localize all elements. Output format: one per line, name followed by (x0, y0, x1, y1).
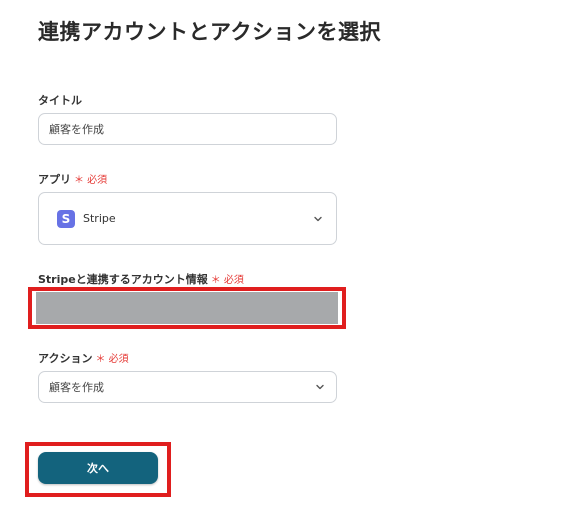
required-marker: ＊ 必須 (210, 275, 244, 286)
app-select-value: Stripe (83, 212, 116, 225)
highlight-box-account (28, 287, 346, 329)
required-marker: ＊ 必須 (95, 354, 129, 365)
chevron-down-icon (314, 381, 326, 393)
stripe-logo-icon: S (57, 209, 75, 228)
title-input-value: 顧客を作成 (49, 123, 104, 136)
app-select[interactable]: S Stripe (38, 192, 337, 245)
account-field-label-text: Stripeと連携するアカウント情報 (38, 273, 208, 286)
app-field-label: アプリ＊ 必須 (38, 171, 107, 187)
title-field-label: タイトル (38, 92, 82, 108)
top-fragment-text: ~ (56, 0, 65, 5)
title-field-label-text: タイトル (38, 94, 82, 107)
title-input[interactable]: 顧客を作成 (38, 113, 337, 145)
highlight-box-next (25, 442, 171, 497)
account-field-label: Stripeと連携するアカウント情報＊ 必須 (38, 271, 244, 287)
page-title: 連携アカウントとアクションを選択 (38, 20, 381, 44)
action-select-value: 顧客を作成 (49, 381, 104, 394)
required-marker: ＊ 必須 (74, 175, 108, 186)
action-field-label-text: アクション (38, 352, 93, 365)
chevron-down-icon (312, 213, 324, 225)
stripe-logo-letter: S (61, 211, 71, 226)
action-select[interactable]: 顧客を作成 (38, 371, 337, 403)
app-field-label-text: アプリ (38, 173, 71, 186)
action-field-label: アクション＊ 必須 (38, 350, 129, 366)
page: ~ 連携アカウントとアクションを選択 タイトル 顧客を作成 アプリ＊ 必須 S … (0, 0, 570, 526)
